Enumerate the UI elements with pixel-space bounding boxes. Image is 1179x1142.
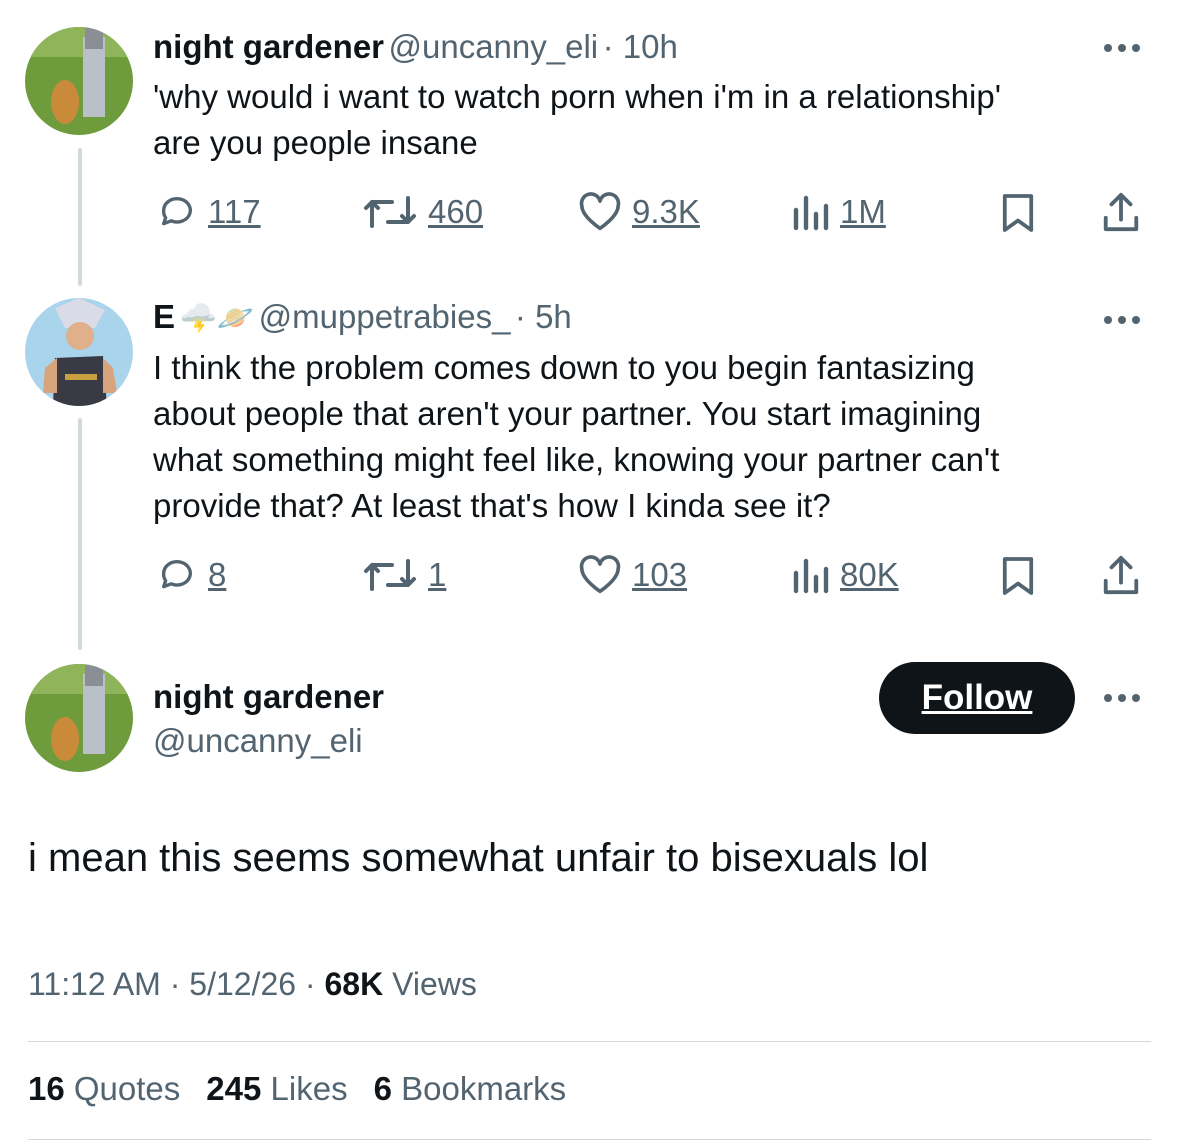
bookmark-icon xyxy=(1002,557,1034,595)
timestamp[interactable]: · 10h xyxy=(603,28,678,65)
bookmark-icon xyxy=(1002,194,1034,232)
share-button[interactable] xyxy=(1100,553,1142,597)
name-emoji: 🌩️🪐 xyxy=(179,302,255,335)
user-handle[interactable]: @uncanny_eli xyxy=(388,28,598,65)
retweet-count: 460 xyxy=(428,193,484,230)
tweet-text-line: what something might feel like, knowing … xyxy=(153,441,1000,478)
anime-character-avatar xyxy=(25,298,133,406)
dog-photo-avatar xyxy=(25,27,133,135)
reply-icon xyxy=(161,197,192,226)
tweet-text-line: about people that aren't your partner. Y… xyxy=(153,395,982,432)
avatar[interactable] xyxy=(25,298,133,406)
bookmarks-label: Bookmarks xyxy=(401,1070,567,1107)
likes-count: 245 xyxy=(206,1070,262,1107)
bookmark-button[interactable] xyxy=(1001,192,1035,234)
likes-stat[interactable]: 245 Likes xyxy=(206,1070,347,1108)
more-icon[interactable] xyxy=(1104,694,1140,702)
reply-button[interactable]: 8 xyxy=(156,555,226,595)
like-icon xyxy=(579,192,621,231)
tweet2-header: E 🌩️🪐 @muppetrabies_ · 5h xyxy=(153,298,572,336)
user-handle[interactable]: @muppetrabies_ xyxy=(259,298,511,335)
views-icon xyxy=(793,558,829,594)
divider xyxy=(28,1139,1151,1140)
main-tweet-text: i mean this seems somewhat unfair to bis… xyxy=(28,836,929,880)
share-button[interactable] xyxy=(1100,190,1142,234)
like-button[interactable]: 103 xyxy=(578,555,687,595)
retweet-icon xyxy=(364,196,416,228)
dog-photo-avatar xyxy=(25,664,133,772)
retweet-icon xyxy=(364,559,416,591)
quotes-label: Quotes xyxy=(73,1070,181,1107)
reply-button[interactable]: 117 xyxy=(156,192,261,232)
quotes-count: 16 xyxy=(28,1070,65,1107)
tweet-text-line: provide that? At least that's how I kind… xyxy=(153,487,831,524)
tweet-text: 'why would i want to watch porn when i'm… xyxy=(153,74,1001,166)
tweet-text: I think the problem comes down to you be… xyxy=(153,345,999,529)
like-icon xyxy=(579,555,621,594)
reply-count: 117 xyxy=(208,193,261,230)
share-icon xyxy=(1103,192,1139,232)
tweet-text-line: are you people insane xyxy=(153,124,478,161)
tweet1-header: night gardener @uncanny_eli · 10h xyxy=(153,28,678,66)
display-name[interactable]: night gardener xyxy=(153,678,384,716)
share-icon xyxy=(1103,555,1139,595)
divider xyxy=(28,1041,1151,1042)
thread-line xyxy=(78,418,82,650)
retweet-button[interactable]: 460 xyxy=(362,192,483,232)
retweet-button[interactable]: 1 xyxy=(362,555,446,595)
reply-count: 8 xyxy=(208,556,227,593)
views-button[interactable]: 1M xyxy=(790,192,886,232)
views-button[interactable]: 80K xyxy=(790,555,899,595)
like-button[interactable]: 9.3K xyxy=(578,192,700,232)
more-icon[interactable] xyxy=(1104,316,1140,324)
bookmarks-count: 6 xyxy=(373,1070,392,1107)
tweet-timestamp[interactable]: 11:12 AM · 5/12/26 · xyxy=(28,966,316,1002)
main-author: night gardener @uncanny_eli xyxy=(153,678,384,760)
tweet-text-line: 'why would i want to watch porn when i'm… xyxy=(153,78,1001,115)
reply-icon xyxy=(161,560,192,589)
tweet-meta: 11:12 AM · 5/12/26 · 68K Views xyxy=(28,966,477,1003)
views-count: 68K xyxy=(324,966,384,1002)
views-count: 1M xyxy=(840,193,886,230)
views-count: 80K xyxy=(840,556,899,593)
bookmarks-stat[interactable]: 6 Bookmarks xyxy=(374,1070,567,1108)
display-name[interactable]: E xyxy=(153,298,175,335)
timestamp[interactable]: · 5h xyxy=(515,298,572,335)
more-icon[interactable] xyxy=(1104,44,1140,52)
avatar[interactable] xyxy=(25,664,133,772)
bookmark-button[interactable] xyxy=(1001,555,1035,597)
like-count: 103 xyxy=(632,556,688,593)
views-icon xyxy=(793,195,829,231)
follow-button[interactable]: Follow xyxy=(879,662,1075,734)
display-name[interactable]: night gardener xyxy=(153,28,384,65)
tweet-text-line: I think the problem comes down to you be… xyxy=(153,349,975,386)
thread-line xyxy=(78,148,82,286)
engagement-stats: 16 Quotes 245 Likes 6 Bookmarks xyxy=(28,1070,566,1108)
avatar[interactable] xyxy=(25,27,133,135)
views-label: Views xyxy=(392,966,477,1002)
user-handle[interactable]: @uncanny_eli xyxy=(153,722,384,760)
like-count: 9.3K xyxy=(632,193,700,230)
likes-label: Likes xyxy=(270,1070,348,1107)
quotes-stat[interactable]: 16 Quotes xyxy=(28,1070,180,1108)
retweet-count: 1 xyxy=(428,556,447,593)
